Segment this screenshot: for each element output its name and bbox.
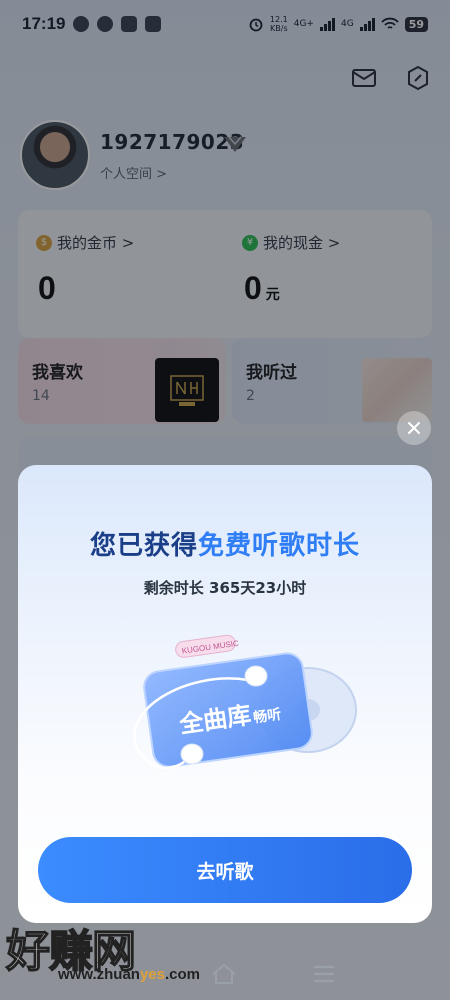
close-button[interactable] (397, 411, 431, 445)
music-card: 全曲库 畅听 (143, 652, 313, 768)
close-icon (408, 422, 420, 434)
dialog-title-highlight: 免费听歌时长 (198, 531, 361, 561)
earbud-top (244, 665, 268, 687)
dialog-title-prefix: 您已获得 (89, 531, 198, 561)
watermark-url-highlight: yes (139, 966, 165, 983)
remaining-time: 剩余时长 365天23小时 (143, 579, 307, 597)
music-card-illustration: 全曲库 畅听 KUGOU MUSIC (133, 634, 357, 770)
brand-tag: KUGOU MUSIC (175, 634, 240, 658)
home-icon[interactable] (210, 962, 238, 986)
watermark-url-prefix: www.zhuan (58, 966, 140, 983)
earbud-bottom (180, 743, 204, 765)
go-listen-button[interactable]: 去听歌 (38, 837, 412, 903)
menu-icon[interactable] (312, 964, 336, 984)
watermark-url: www.zhuanyes.com (58, 966, 200, 983)
watermark-url-suffix: .com (164, 966, 200, 983)
dialog-title: 您已获得免费听歌时长 (18, 525, 432, 562)
reward-dialog: 您已获得免费听歌时长 剩余时长 365天23小时 全曲库 畅听 KUGOU MU… (18, 465, 432, 923)
